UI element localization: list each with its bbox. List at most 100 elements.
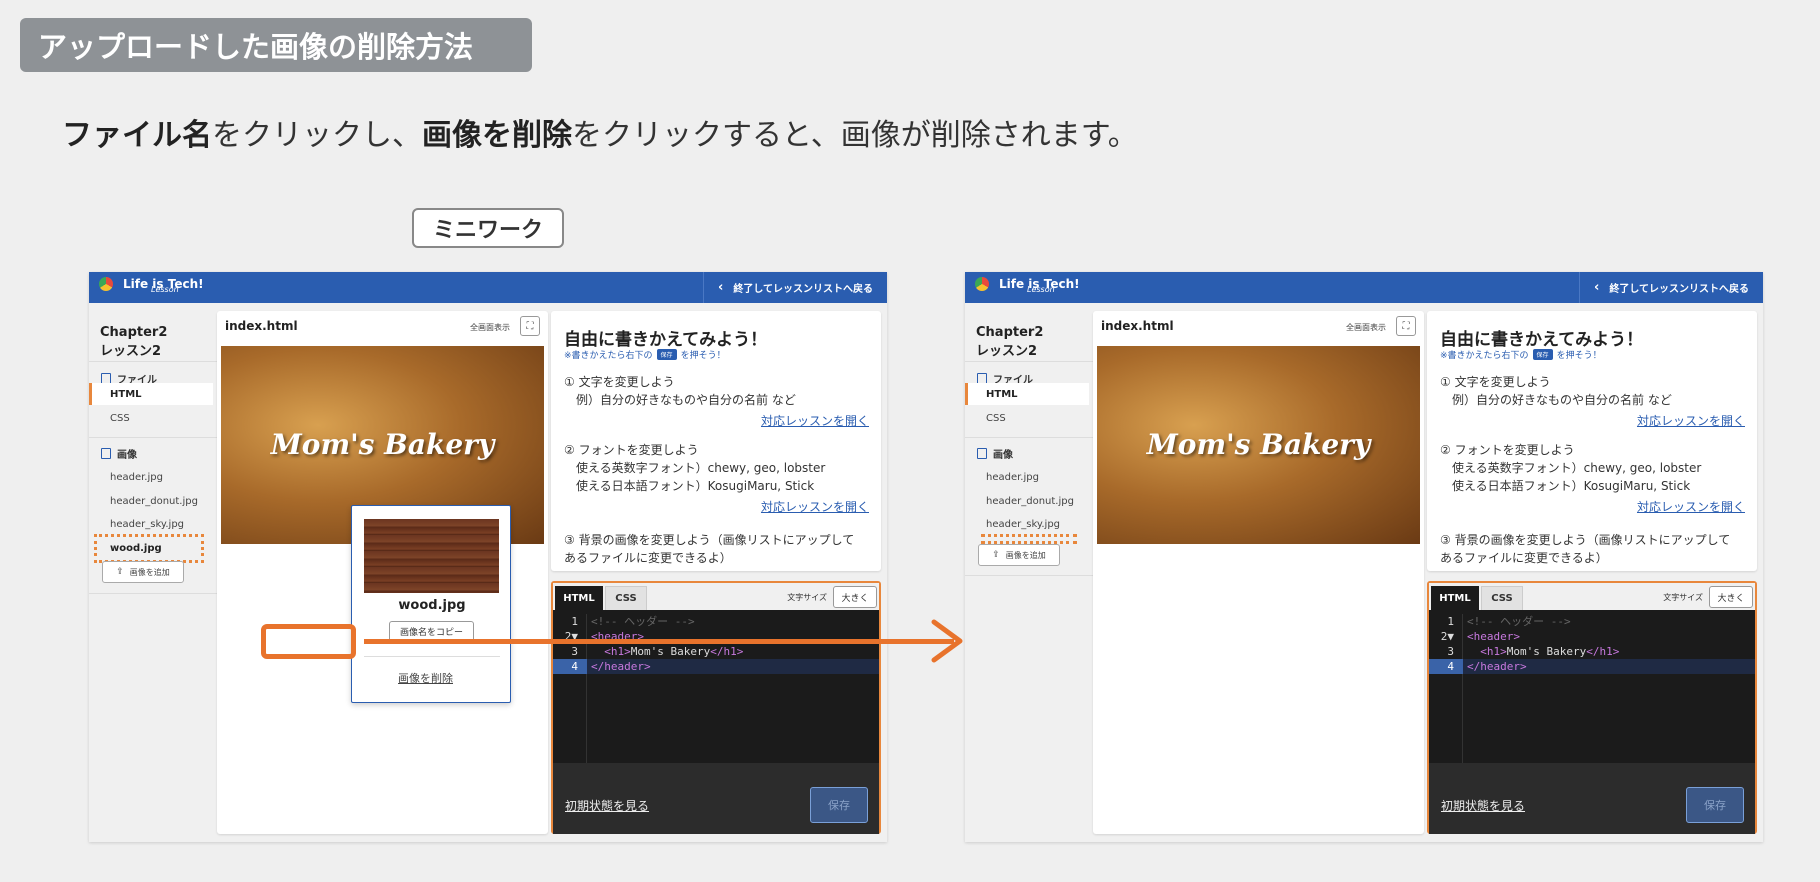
divider xyxy=(89,593,217,594)
code-line: 3 <h1>Mom's Bakery</h1> xyxy=(1447,645,1620,658)
editor-tabs: HTML CSS 文字サイズ 大きく xyxy=(1429,583,1755,610)
image-icon xyxy=(977,448,987,459)
arrow-right-icon xyxy=(931,619,963,663)
save-button[interactable]: 保存 xyxy=(1686,787,1744,823)
divider xyxy=(89,437,217,438)
lesson-item-2: ② フォントを変更しよう xyxy=(564,443,699,457)
divider xyxy=(965,437,1093,438)
code-area[interactable]: 1 <!-- ヘッダー --> 2▼ <header> 3 <h1>Mom's Ba… xyxy=(553,614,879,774)
preview-panel: index.html 全画面表示 ⛶ Mom's Bakery wood.jpg… xyxy=(217,311,548,834)
lesson-item-3a: ③ 背景の画像を変更しよう（画像リストにアップして xyxy=(564,533,855,547)
sidebar: Chapter2 レッスン2 ファイル HTML CSS 画像 header.j… xyxy=(89,303,217,842)
editor-tabs: HTML CSS 文字サイズ 大きく xyxy=(553,583,879,610)
save-button[interactable]: 保存 xyxy=(810,787,868,823)
lesson-link-2[interactable]: 対応レッスンを開く xyxy=(1637,498,1745,515)
lesson-item-1: ① 文字を変更しよう xyxy=(1440,375,1551,389)
lesson-item-2-en: 使える英数字フォント）chewy, geo, lobster xyxy=(1452,461,1702,475)
hero-image: Mom's Bakery xyxy=(1097,346,1420,544)
delete-image-link[interactable]: 画像を削除 xyxy=(398,670,453,686)
deleted-item-highlight xyxy=(981,534,1077,544)
popup-filename: wood.jpg xyxy=(398,598,466,613)
back-to-lessons-button[interactable]: ‹ 終了してレッスンリストへ戻る xyxy=(1579,272,1763,303)
lesson-item-1: ① 文字を変更しよう xyxy=(564,375,675,389)
back-to-lessons-button[interactable]: ‹ 終了してレッスンリストへ戻る xyxy=(703,272,887,303)
code-line: 1 <!-- ヘッダー --> xyxy=(1447,615,1571,628)
reset-link[interactable]: 初期状態を見る xyxy=(565,797,649,814)
code-area[interactable]: 1 <!-- ヘッダー --> 2▼ <header> 3 <h1>Mom's Ba… xyxy=(1429,614,1755,774)
lesson-item-1-example: 例）自分の好きなものや自分の名前 など xyxy=(576,393,796,407)
hero-text: Mom's Bakery xyxy=(1146,428,1371,461)
image-item-header-sky[interactable]: header_sky.jpg xyxy=(110,519,184,530)
logo-sub: Lesson xyxy=(151,285,179,294)
image-item-header-donut[interactable]: header_donut.jpg xyxy=(986,496,1074,507)
add-image-button[interactable]: ⇪ 画像を追加 xyxy=(978,544,1060,566)
font-size-label: 文字サイズ xyxy=(1663,593,1703,602)
arrow-line xyxy=(364,639,954,644)
top-bar: Life is Tech! Lesson ‹ 終了してレッスンリストへ戻る xyxy=(965,272,1763,303)
screenshot-after: Life is Tech! Lesson ‹ 終了してレッスンリストへ戻る Ch… xyxy=(965,272,1763,842)
image-item-header[interactable]: header.jpg xyxy=(986,472,1039,483)
code-line: 2▼ <header> xyxy=(1440,630,1520,643)
code-line-current: 4 </header> xyxy=(1429,659,1755,674)
lesson-title: 自由に書きかえてみよう！ xyxy=(1440,330,1644,350)
image-icon xyxy=(101,448,111,459)
lesson-item-1-example: 例）自分の好きなものや自分の名前 など xyxy=(1452,393,1672,407)
tab-html[interactable]: HTML xyxy=(1431,586,1479,610)
chevron-left-icon: ‹ xyxy=(718,280,724,295)
image-popup: wood.jpg 画像名をコピー 画像を削除 xyxy=(351,505,511,703)
page-heading: アップロードした画像の削除方法 xyxy=(20,18,532,72)
sidebar: Chapter2 レッスン2 ファイル HTML CSS 画像 header.j… xyxy=(965,303,1093,842)
lesson-subtitle: ※書きかえたら右下の 保存 を押そう！ xyxy=(1440,349,1602,361)
lesson-item-2-ja: 使える日本語フォント）KosugiMaru, Stick xyxy=(576,479,815,493)
fullscreen-label: 全画面表示 xyxy=(470,323,510,332)
code-line: 1 <!-- ヘッダー --> xyxy=(571,615,695,628)
screenshot-before: Life is Tech! Lesson ‹ 終了してレッスンリストへ戻る Ch… xyxy=(89,272,887,842)
image-item-header-sky[interactable]: header_sky.jpg xyxy=(986,519,1060,530)
logo-mark-icon xyxy=(975,277,989,291)
divider xyxy=(89,361,217,362)
tab-css[interactable]: CSS xyxy=(605,586,647,610)
tab-css[interactable]: CSS xyxy=(1481,586,1523,610)
lesson-link-1[interactable]: 対応レッスンを開く xyxy=(761,412,869,429)
fullscreen-label: 全画面表示 xyxy=(1346,323,1386,332)
delete-button-highlight xyxy=(261,624,356,659)
tab-html[interactable]: HTML xyxy=(555,586,603,610)
lesson-link-1[interactable]: 対応レッスンを開く xyxy=(1637,412,1745,429)
add-image-button[interactable]: ⇪ 画像を追加 xyxy=(102,561,184,583)
divider xyxy=(965,575,1093,576)
editor-footer: 初期状態を見る 保存 xyxy=(553,763,879,834)
reset-link[interactable]: 初期状態を見る xyxy=(1441,797,1525,814)
preview-filename: index.html xyxy=(225,319,298,333)
images-section-label: 画像 xyxy=(977,446,1013,461)
lesson-title: 自由に書きかえてみよう！ xyxy=(564,330,768,350)
code-line: 3 <h1>Mom's Bakery</h1> xyxy=(571,645,744,658)
wood-thumbnail xyxy=(364,519,499,593)
wood-highlight xyxy=(94,534,204,563)
sidebar-item-css[interactable]: CSS xyxy=(89,407,213,429)
divider xyxy=(364,656,500,657)
instruction-text: ファイル名をクリックし、画像を削除をクリックすると、画像が削除されます。 xyxy=(62,118,1138,153)
lesson-link-2[interactable]: 対応レッスンを開く xyxy=(761,498,869,515)
expand-icon[interactable]: ⛶ xyxy=(1396,316,1416,336)
preview-panel: index.html 全画面表示 ⛶ Mom's Bakery xyxy=(1093,311,1424,834)
top-bar: Life is Tech! Lesson ‹ 終了してレッスンリストへ戻る xyxy=(89,272,887,303)
editor-footer: 初期状態を見る 保存 xyxy=(1429,763,1755,834)
sidebar-item-html[interactable]: HTML xyxy=(89,383,213,405)
chevron-left-icon: ‹ xyxy=(1594,280,1600,295)
lesson-panel: 自由に書きかえてみよう！ ※書きかえたら右下の 保存 を押そう！ ① 文字を変更しよ… xyxy=(551,311,881,571)
sidebar-item-html[interactable]: HTML xyxy=(965,383,1089,405)
chapter-title: Chapter2 レッスン2 xyxy=(100,325,168,359)
font-bigger-button[interactable]: 大きく xyxy=(1709,586,1753,608)
image-item-header-donut[interactable]: header_donut.jpg xyxy=(110,496,198,507)
image-item-header[interactable]: header.jpg xyxy=(110,472,163,483)
divider xyxy=(965,361,1093,362)
sidebar-item-css[interactable]: CSS xyxy=(965,407,1089,429)
code-editor: HTML CSS 文字サイズ 大きく 1 <!-- ヘッダー --> 2▼ <hea… xyxy=(551,581,881,834)
code-editor: HTML CSS 文字サイズ 大きく 1 <!-- ヘッダー --> 2▼ <hea… xyxy=(1427,581,1757,834)
mini-work-badge: ミニワーク xyxy=(412,208,564,248)
chapter-title: Chapter2 レッスン2 xyxy=(976,325,1044,359)
font-bigger-button[interactable]: 大きく xyxy=(833,586,877,608)
expand-icon[interactable]: ⛶ xyxy=(520,316,540,336)
lesson-subtitle: ※書きかえたら右下の 保存 を押そう！ xyxy=(564,349,726,361)
images-section-label: 画像 xyxy=(101,446,137,461)
